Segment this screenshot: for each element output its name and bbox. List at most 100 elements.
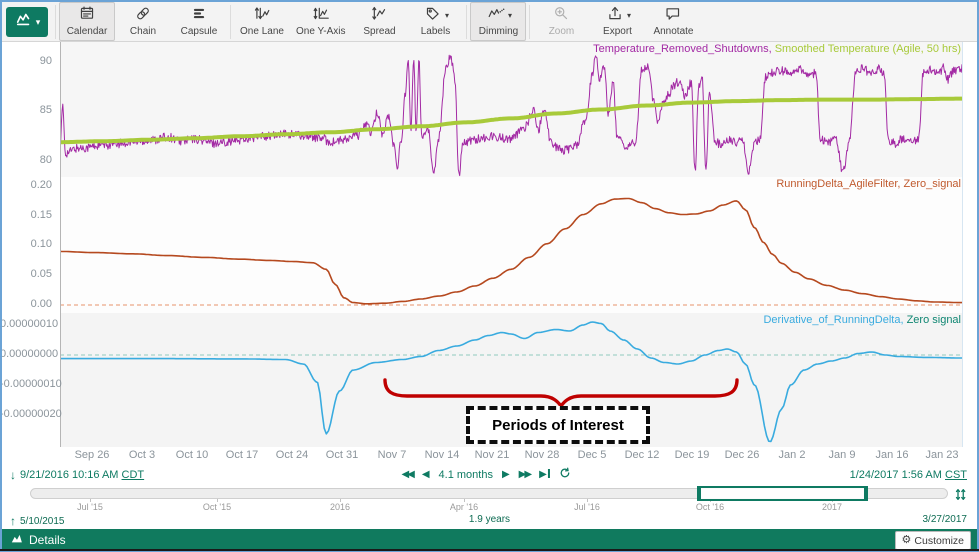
display-range-start[interactable]: ↓ 9/21/2016 10:16 AM CDT [10,468,144,482]
legend-item[interactable]: Smoothed Temperature (Agile, 50 hrs) [775,43,961,55]
end-timezone-link[interactable]: CST [945,469,967,481]
lane-2-plot[interactable] [60,177,962,313]
chevron-down-icon: ▾ [627,12,631,20]
export-icon [604,5,626,27]
timeline-label: 2017 [802,502,862,512]
chain-icon [132,5,154,27]
legend-item[interactable]: Zero_signal [904,178,961,190]
customize-button[interactable]: ⚙ Customize [895,531,971,550]
y-tick-label: 0.00 [0,298,52,311]
zoom-button: Zoom [533,2,589,41]
step-forward-button[interactable]: ▶ [502,469,510,481]
legend-item[interactable]: Zero signal [907,314,961,326]
y-tick-label: 85 [0,104,52,117]
details-label: Details [29,533,66,547]
investigate-range-bar: ↑ 5/10/2015 1.9 years 3/27/2017 [2,512,977,529]
plot-right-edge [962,42,963,177]
periods-of-interest-annotation[interactable]: Periods of Interest [466,406,650,444]
x-axis: Sep 26Oct 3Oct 10Oct 17Oct 24Oct 31Nov 7… [2,447,977,464]
calendar-icon [76,5,98,27]
one-lane-label: One Lane [240,26,284,37]
lane-1-legend: Temperature_Removed_Shutdowns, Smoothed … [593,43,961,55]
spread-button[interactable]: Spread [351,2,407,41]
timeline-label: 2016 [310,502,370,512]
start-datetime[interactable]: 9/21/2016 10:16 AM [20,469,118,481]
toolbar: ▾ Calendar Chain Capsule One Lane One Y-Axis… [2,2,977,42]
investigate-end-date[interactable]: 3/27/2017 [923,514,968,525]
start-timezone-link[interactable]: CDT [122,469,145,481]
duration-label[interactable]: 4.1 months [439,469,493,481]
dimming-button[interactable]: ▾Dimming [470,2,526,41]
y-tick-label: -0.00000010 [0,378,52,391]
one-lane-button[interactable]: One Lane [234,2,290,41]
capsule-icon [188,5,210,27]
one-y-axis-icon [310,5,332,27]
y-tick-label: 0.15 [0,209,52,222]
y-tick-label: 0.00000000 [0,348,52,361]
details-toggle[interactable]: Details [10,532,66,548]
step-to-end-button[interactable]: ▶ [539,469,550,481]
chevron-down-icon: ▾ [508,12,512,20]
annotate-button[interactable]: Annotate [645,2,701,41]
capsule-label: Capsule [181,26,218,37]
one-y-axis-button[interactable]: One Y-Axis [290,2,351,41]
step-back-button[interactable]: ◀ [422,469,430,481]
annotation-label: Periods of Interest [492,417,624,434]
spread-label: Spread [363,26,395,37]
investigate-duration[interactable]: 1.9 years [2,514,977,525]
timeline-label: Jul '15 [60,502,120,512]
details-panel-bar: Details ⚙ Customize [2,529,977,550]
plot-right-edge [962,313,963,447]
y-tick-label: 0.00000010 [0,318,52,331]
gear-icon: ⚙ [902,535,912,546]
export-button[interactable]: ▾Export [589,2,645,41]
one-lane-icon [251,5,273,27]
range-expand-icon[interactable] [953,487,969,507]
y-tick-label: -0.00000020 [0,408,52,421]
auto-update-icon[interactable] [559,467,571,483]
lane-2-legend: RunningDelta_AgileFilter, Zero_signal [776,178,961,190]
end-datetime[interactable]: 1/24/2017 1:56 AM [850,469,942,481]
trend-lane-2: 0.200.150.100.050.00RunningDelta_AgileFi… [2,177,977,313]
periods-of-interest-brace[interactable] [383,377,741,409]
labels-button[interactable]: ▾ Labels [407,2,463,41]
display-range-end[interactable]: 1/24/2017 1:56 AM CST [850,469,967,481]
timeline-label: Oct '16 [680,502,740,512]
arrow-down-icon[interactable]: ↓ [10,468,16,482]
capsule-button[interactable]: Capsule [171,2,227,41]
chevron-down-icon: ▾ [445,12,449,20]
zoom-icon [550,5,572,27]
toolbar-separator [466,5,467,39]
calendar-button[interactable]: Calendar [59,2,115,41]
legend-item[interactable]: RunningDelta_AgileFilter, [776,178,903,190]
calendar-label: Calendar [67,26,108,37]
trend-analysis-window: ▾ Calendar Chain Capsule One Lane One Y-Axis… [0,0,979,552]
selected-range-handle[interactable] [697,486,868,501]
range-handle-left[interactable] [698,487,701,500]
zoom-label: Zoom [549,26,575,37]
trend-view-button[interactable]: ▾ [6,7,48,37]
labels-label: Labels [421,26,450,37]
plot-right-edge [962,177,963,313]
spread-icon [368,5,390,27]
step-forward-full-button[interactable]: ▶▶ [519,469,530,481]
y-tick-label: 0.20 [0,179,52,192]
chain-label: Chain [130,26,156,37]
chevron-down-icon: ▾ [36,18,41,26]
timeline-label: Apr '16 [434,502,494,512]
area-chart-icon [10,532,24,548]
y-tick-label: 0.10 [0,238,52,251]
annotate-label: Annotate [653,26,693,37]
legend-item[interactable]: Derivative_of_RunningDelta, [763,314,906,326]
legend-item[interactable]: Temperature_Removed_Shutdowns, [593,43,775,55]
step-back-full-button[interactable]: ◀◀ [401,469,412,481]
timeline-slider-row: Jul '15Oct '152016Apr '16Jul '16Oct '162… [2,486,977,512]
toolbar-separator [230,5,231,39]
chain-button[interactable]: Chain [115,2,171,41]
y-axis-line [60,42,61,177]
dimming-icon [485,5,507,27]
y-tick-label: 80 [0,154,52,167]
lane-3-legend: Derivative_of_RunningDelta, Zero signal [763,314,961,326]
lane-1-plot[interactable] [60,42,962,177]
range-handle-right[interactable] [864,487,867,500]
